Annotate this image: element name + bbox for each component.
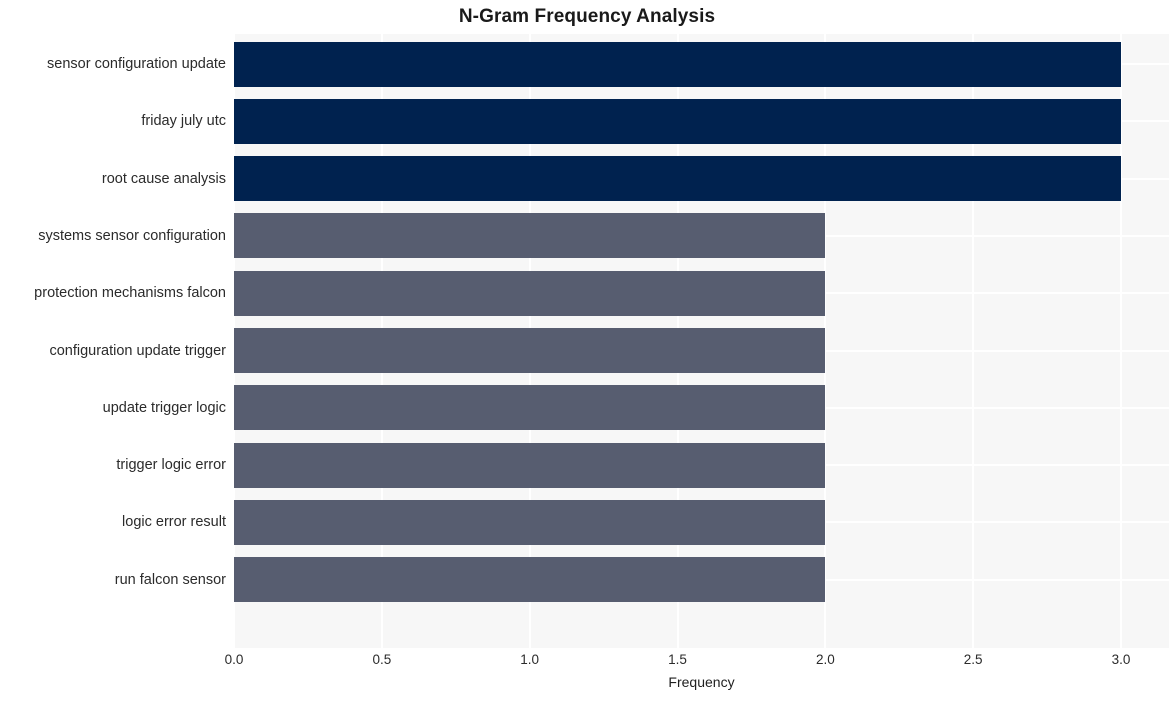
x-tick-label: 0.0 bbox=[224, 652, 244, 667]
bar[interactable] bbox=[234, 213, 826, 259]
bar[interactable] bbox=[234, 98, 1121, 144]
chart-title: N-Gram Frequency Analysis bbox=[458, 6, 716, 27]
y-tick-label: friday july utc bbox=[141, 113, 226, 130]
y-tick-label: logic error result bbox=[122, 514, 226, 531]
bar[interactable] bbox=[234, 499, 826, 545]
bar[interactable] bbox=[234, 442, 826, 488]
bar[interactable] bbox=[234, 385, 826, 431]
y-axis-tick-labels: sensor configuration update friday july u… bbox=[0, 34, 226, 648]
x-tick-label: 1.0 bbox=[520, 652, 540, 667]
x-tick-label: 2.0 bbox=[815, 652, 835, 667]
y-tick-label: root cause analysis bbox=[101, 170, 226, 187]
bar[interactable] bbox=[234, 328, 826, 373]
x-axis-tick-labels: 0.0 0.5 1.0 1.5 2.0 2.5 3.0 bbox=[0, 652, 1174, 674]
bar[interactable] bbox=[234, 41, 1121, 87]
y-tick-label: configuration update trigger bbox=[49, 342, 226, 359]
y-tick-label: protection mechanisms falcon bbox=[34, 285, 226, 302]
x-tick-label: 1.5 bbox=[668, 652, 687, 667]
y-tick-label: systems sensor configuration bbox=[38, 227, 226, 244]
plot-area bbox=[234, 34, 1169, 648]
x-axis-title: Frequency bbox=[668, 674, 735, 690]
y-tick-label: trigger logic error bbox=[116, 457, 226, 474]
chart-figure: N-Gram Frequency Analysis sensor configu… bbox=[0, 0, 1174, 701]
x-tick-label: 0.5 bbox=[372, 652, 392, 667]
x-tick-label: 2.5 bbox=[963, 652, 983, 667]
bar[interactable] bbox=[234, 270, 826, 316]
bar[interactable] bbox=[234, 156, 1121, 202]
y-tick-label: sensor configuration update bbox=[47, 56, 226, 72]
y-tick-label: update trigger logic bbox=[102, 399, 226, 416]
bar[interactable] bbox=[234, 557, 826, 603]
x-tick-label: 3.0 bbox=[1111, 652, 1131, 667]
y-tick-label: run falcon sensor bbox=[114, 571, 226, 588]
